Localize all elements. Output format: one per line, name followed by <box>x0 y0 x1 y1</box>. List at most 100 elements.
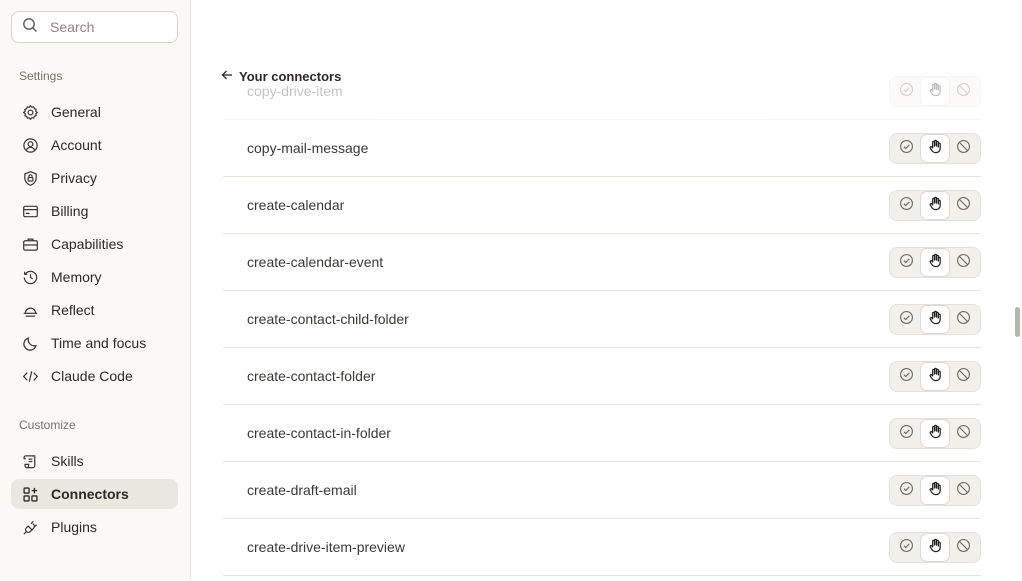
sidebar-item-memory[interactable]: Memory <box>11 262 178 292</box>
tool-row: create-contact-child-folder <box>223 291 981 348</box>
sidebar-item-capabilities[interactable]: Capabilities <box>11 229 178 259</box>
permission-selector <box>889 247 981 278</box>
grid-plus-icon <box>21 485 39 503</box>
tool-row: create-contact-in-folder <box>223 405 981 462</box>
block-button[interactable] <box>949 534 978 561</box>
tool-row: create-drive-item-preview <box>223 519 981 576</box>
permission-selector <box>889 190 981 221</box>
shield-icon <box>21 169 39 187</box>
sunrise-icon <box>21 301 39 319</box>
ask-button[interactable] <box>920 534 950 561</box>
block-icon <box>956 196 971 216</box>
block-button[interactable] <box>949 363 978 390</box>
customize-section-label: Customize <box>19 418 76 432</box>
sidebar-item-label: Plugins <box>51 519 97 535</box>
sidebar-item-time-and-focus[interactable]: Time and focus <box>11 328 178 358</box>
block-button[interactable] <box>949 306 978 333</box>
ask-button[interactable] <box>920 192 950 219</box>
tool-list: copy-drive-item copy-mail-message create… <box>223 63 981 576</box>
sidebar-item-general[interactable]: General <box>11 97 178 127</box>
sidebar: Settings General Account Privacy Billing… <box>0 0 191 581</box>
permission-selector <box>889 76 981 107</box>
tool-row: copy-mail-message <box>223 120 981 177</box>
sidebar-item-account[interactable]: Account <box>11 130 178 160</box>
sidebar-item-label: Reflect <box>51 302 95 318</box>
code-icon <box>21 367 39 385</box>
block-button[interactable] <box>949 192 978 219</box>
block-button[interactable] <box>949 249 978 276</box>
ask-button[interactable] <box>920 249 950 276</box>
ask-button[interactable] <box>920 306 950 333</box>
hand-icon <box>928 253 943 273</box>
search-input[interactable] <box>50 19 170 35</box>
block-icon <box>956 253 971 273</box>
header-backdrop <box>191 0 1001 66</box>
block-button[interactable] <box>949 135 978 162</box>
check-circle-icon <box>899 253 914 273</box>
scrollbar-thumb[interactable] <box>1015 307 1020 337</box>
arrow-left-icon <box>221 69 239 84</box>
check-circle-icon <box>899 196 914 216</box>
user-circle-icon <box>21 136 39 154</box>
sidebar-item-label: Time and focus <box>51 335 147 351</box>
allow-button[interactable] <box>892 420 921 447</box>
allow-button[interactable] <box>892 78 921 105</box>
sidebar-item-label: Memory <box>51 269 102 285</box>
tool-name: copy-mail-message <box>247 140 369 156</box>
search-box[interactable] <box>11 11 178 43</box>
ask-button[interactable] <box>920 363 950 390</box>
ask-button[interactable] <box>920 420 950 447</box>
sidebar-item-label: Claude Code <box>51 368 133 384</box>
tool-name: create-contact-folder <box>247 368 376 384</box>
check-circle-icon <box>899 538 914 558</box>
allow-button[interactable] <box>892 534 921 561</box>
allow-button[interactable] <box>892 477 921 504</box>
sidebar-item-skills[interactable]: Skills <box>11 446 178 476</box>
tool-name: create-contact-child-folder <box>247 311 409 327</box>
block-button[interactable] <box>949 78 978 105</box>
hand-icon <box>928 538 943 558</box>
sidebar-item-label: General <box>51 104 101 120</box>
block-button[interactable] <box>949 477 978 504</box>
sidebar-item-billing[interactable]: Billing <box>11 196 178 226</box>
main-panel: copy-drive-item copy-mail-message create… <box>191 0 1022 581</box>
allow-button[interactable] <box>892 363 921 390</box>
tool-name: create-drive-item-preview <box>247 539 405 555</box>
tool-row: create-contact-folder <box>223 348 981 405</box>
back-link-label: Your connectors <box>239 68 342 84</box>
sidebar-item-reflect[interactable]: Reflect <box>11 295 178 325</box>
gear-icon <box>21 103 39 121</box>
hand-icon <box>928 481 943 501</box>
permission-selector <box>889 475 981 506</box>
briefcase-icon <box>21 235 39 253</box>
allow-button[interactable] <box>892 135 921 162</box>
hand-icon <box>928 367 943 387</box>
tool-row: create-calendar-event <box>223 234 981 291</box>
check-circle-icon <box>899 424 914 444</box>
sidebar-item-connectors[interactable]: Connectors <box>11 479 178 509</box>
ask-button[interactable] <box>920 78 950 105</box>
allow-button[interactable] <box>892 249 921 276</box>
back-link[interactable]: Your connectors <box>221 66 352 86</box>
sidebar-item-plugins[interactable]: Plugins <box>11 512 178 542</box>
tool-name: create-calendar <box>247 197 345 213</box>
sidebar-item-label: Skills <box>51 453 84 469</box>
ask-button[interactable] <box>920 477 950 504</box>
block-icon <box>956 139 971 159</box>
block-button[interactable] <box>949 420 978 447</box>
sidebar-item-label: Connectors <box>51 486 129 502</box>
ask-button[interactable] <box>920 135 950 162</box>
moon-icon <box>21 334 39 352</box>
history-icon <box>21 268 39 286</box>
hand-icon <box>928 424 943 444</box>
permission-selector <box>889 133 981 164</box>
block-icon <box>956 82 971 102</box>
scroll-icon <box>21 452 39 470</box>
sidebar-item-privacy[interactable]: Privacy <box>11 163 178 193</box>
allow-button[interactable] <box>892 306 921 333</box>
check-circle-icon <box>899 82 914 102</box>
allow-button[interactable] <box>892 192 921 219</box>
sidebar-item-claude-code[interactable]: Claude Code <box>11 361 178 391</box>
tool-row: create-draft-email <box>223 462 981 519</box>
sidebar-item-label: Billing <box>51 203 89 219</box>
